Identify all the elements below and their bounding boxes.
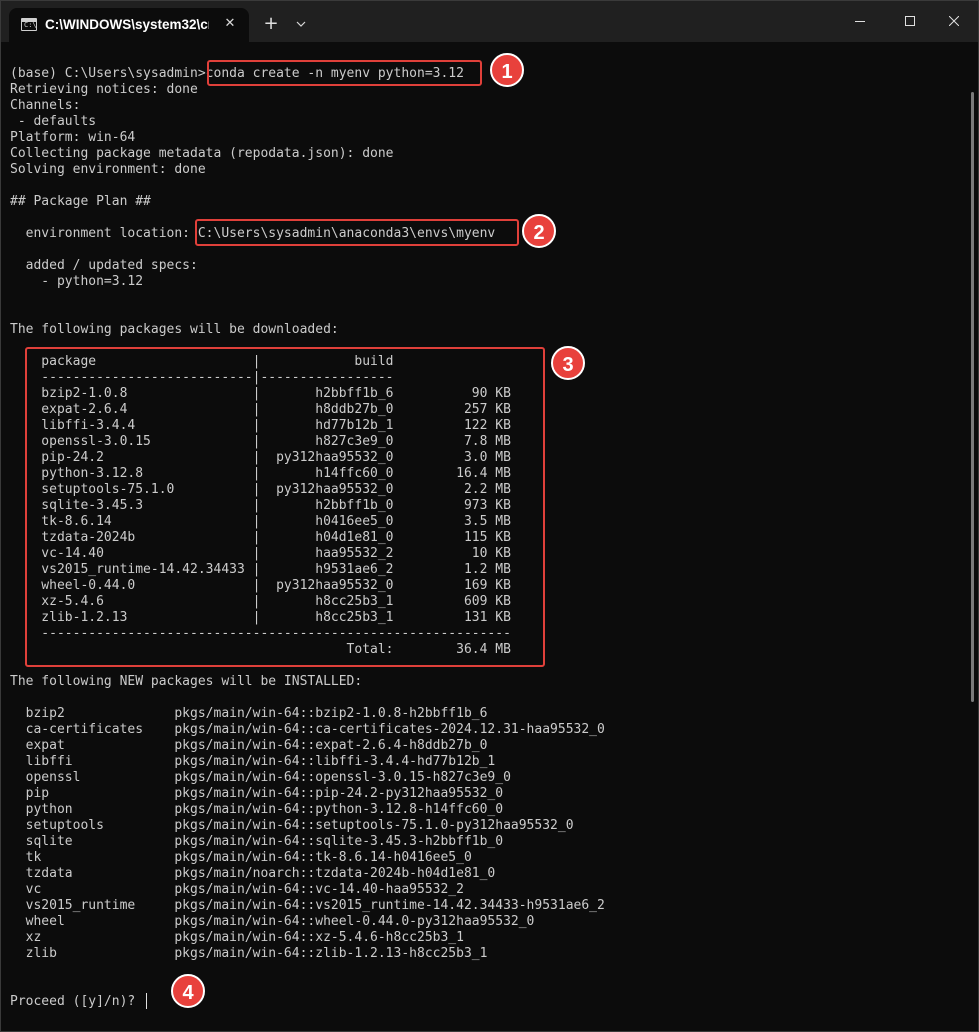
terminal-line: Proceed ([y]/n)? xyxy=(10,994,144,1009)
tab-dropdown-button[interactable] xyxy=(289,12,313,36)
terminal-line: bzip2 pkgs/main/win-64::bzip2-1.0.8-h2bb… xyxy=(10,706,488,721)
terminal-line: added / updated specs: xyxy=(10,258,198,273)
terminal-line: Retrieving notices: done xyxy=(10,82,198,97)
maximize-icon xyxy=(905,16,915,26)
annotation-badge-1: 1 xyxy=(490,53,524,87)
new-tab-button[interactable]: + xyxy=(259,12,283,36)
terminal-line: openssl pkgs/main/win-64::openssl-3.0.15… xyxy=(10,770,511,785)
annotation-badge-3: 3 xyxy=(551,346,585,380)
terminal-line: tk pkgs/main/win-64::tk-8.6.14-h0416ee5_… xyxy=(10,850,472,865)
chevron-down-icon xyxy=(296,21,306,27)
terminal-line: zlib pkgs/main/win-64::zlib-1.2.13-h8cc2… xyxy=(10,946,488,961)
terminal-window: C:\ C:\WINDOWS\system32\cmd.exe ✕ + (bas… xyxy=(0,0,979,1032)
terminal-line: pip pkgs/main/win-64::pip-24.2-py312haa9… xyxy=(10,786,504,801)
tab-cmd[interactable]: C:\ C:\WINDOWS\system32\cmd.exe ✕ xyxy=(9,8,249,42)
close-icon xyxy=(949,16,959,26)
terminal-line: Solving environment: done xyxy=(10,162,206,177)
terminal-line: tzdata pkgs/main/noarch::tzdata-2024b-h0… xyxy=(10,866,496,881)
close-window-button[interactable] xyxy=(931,1,977,42)
terminal-line: - defaults xyxy=(10,114,97,129)
terminal-line: - python=3.12 xyxy=(10,274,144,289)
terminal-line: python pkgs/main/win-64::python-3.12.8-h… xyxy=(10,802,504,817)
minimize-button[interactable] xyxy=(837,1,883,42)
title-bar[interactable]: C:\ C:\WINDOWS\system32\cmd.exe ✕ + xyxy=(1,1,978,42)
annotation-badge-4: 4 xyxy=(171,974,205,1008)
cmd-icon: C:\ xyxy=(21,18,37,31)
annotation-badge-2: 2 xyxy=(522,214,556,248)
terminal-line: The following NEW packages will be INSTA… xyxy=(10,674,363,689)
terminal-line: vc pkgs/main/win-64::vc-14.40-haa95532_2 xyxy=(10,882,464,897)
terminal-line: setuptools pkgs/main/win-64::setuptools-… xyxy=(10,818,574,833)
terminal-line: xz pkgs/main/win-64::xz-5.4.6-h8cc25b3_1 xyxy=(10,930,464,945)
terminal-line: Platform: win-64 xyxy=(10,130,136,145)
highlight-env-location xyxy=(195,219,519,246)
highlight-command xyxy=(207,60,482,86)
terminal-output[interactable]: (base) C:\Users\sysadmin>conda create -n… xyxy=(1,42,978,1031)
terminal-line: libffi pkgs/main/win-64::libffi-3.4.4-hd… xyxy=(10,754,496,769)
text-cursor xyxy=(146,993,147,1009)
terminal-line: wheel pkgs/main/win-64::wheel-0.44.0-py3… xyxy=(10,914,535,929)
terminal-line: expat pkgs/main/win-64::expat-2.6.4-h8dd… xyxy=(10,738,488,753)
tab-close-icon[interactable]: ✕ xyxy=(219,13,241,35)
terminal-line: ca-certificates pkgs/main/win-64::ca-cer… xyxy=(10,722,605,737)
terminal-line: ## Package Plan ## xyxy=(10,194,151,209)
terminal-line: Channels: xyxy=(10,98,81,113)
cmd-icon-glyph: C:\ xyxy=(24,21,37,29)
scrollbar[interactable] xyxy=(971,92,974,702)
minimize-icon xyxy=(855,21,865,22)
tab-title: C:\WINDOWS\system32\cmd.exe xyxy=(45,17,209,32)
terminal-line: vs2015_runtime pkgs/main/win-64::vs2015_… xyxy=(10,898,605,913)
terminal-line: Collecting package metadata (repodata.js… xyxy=(10,146,394,161)
terminal-line: sqlite pkgs/main/win-64::sqlite-3.45.3-h… xyxy=(10,834,504,849)
highlight-download-table xyxy=(25,347,545,667)
maximize-button[interactable] xyxy=(887,1,933,42)
terminal-line: The following packages will be downloade… xyxy=(10,322,339,337)
